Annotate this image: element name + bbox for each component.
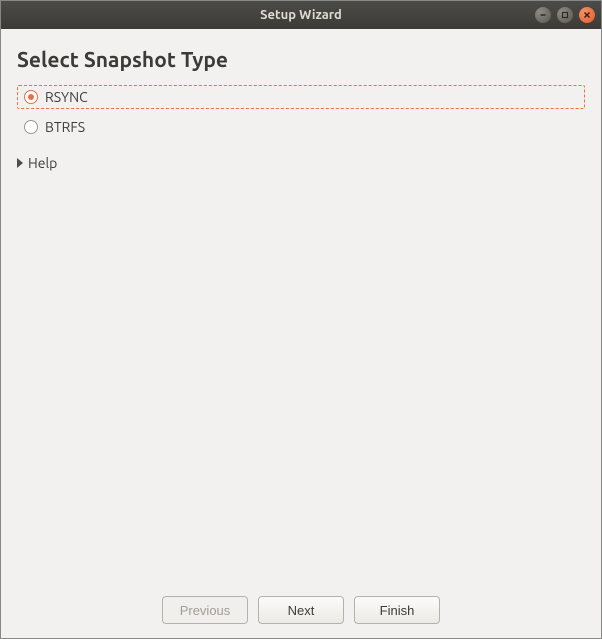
chevron-right-icon bbox=[17, 158, 23, 168]
radio-label-btrfs: BTRFS bbox=[45, 119, 85, 135]
titlebar: Setup Wizard bbox=[1, 1, 601, 29]
radio-icon bbox=[24, 120, 38, 134]
minimize-button[interactable] bbox=[535, 7, 551, 23]
radio-option-rsync[interactable]: RSYNC bbox=[17, 85, 585, 109]
radio-label-rsync: RSYNC bbox=[45, 89, 88, 105]
radio-dot-icon bbox=[28, 94, 34, 100]
window-title: Setup Wizard bbox=[260, 8, 342, 22]
radio-icon bbox=[24, 90, 38, 104]
setup-wizard-window: Setup Wizard Select Snapshot Type RSYNC bbox=[0, 0, 602, 639]
close-icon bbox=[583, 11, 591, 19]
close-button[interactable] bbox=[579, 7, 595, 23]
window-controls bbox=[535, 7, 595, 23]
minimize-icon bbox=[539, 11, 547, 19]
help-expander[interactable]: Help bbox=[17, 153, 585, 173]
maximize-button[interactable] bbox=[557, 7, 573, 23]
previous-button: Previous bbox=[162, 596, 248, 624]
help-label: Help bbox=[28, 155, 57, 171]
spacer bbox=[17, 173, 585, 574]
button-bar: Previous Next Finish bbox=[1, 584, 601, 638]
snapshot-type-group: RSYNC BTRFS bbox=[17, 85, 585, 139]
finish-button[interactable]: Finish bbox=[354, 596, 440, 624]
page-title: Select Snapshot Type bbox=[17, 47, 585, 71]
next-button[interactable]: Next bbox=[258, 596, 344, 624]
maximize-icon bbox=[561, 11, 569, 19]
content-area: Select Snapshot Type RSYNC BTRFS Help bbox=[1, 29, 601, 584]
radio-option-btrfs[interactable]: BTRFS bbox=[17, 115, 585, 139]
